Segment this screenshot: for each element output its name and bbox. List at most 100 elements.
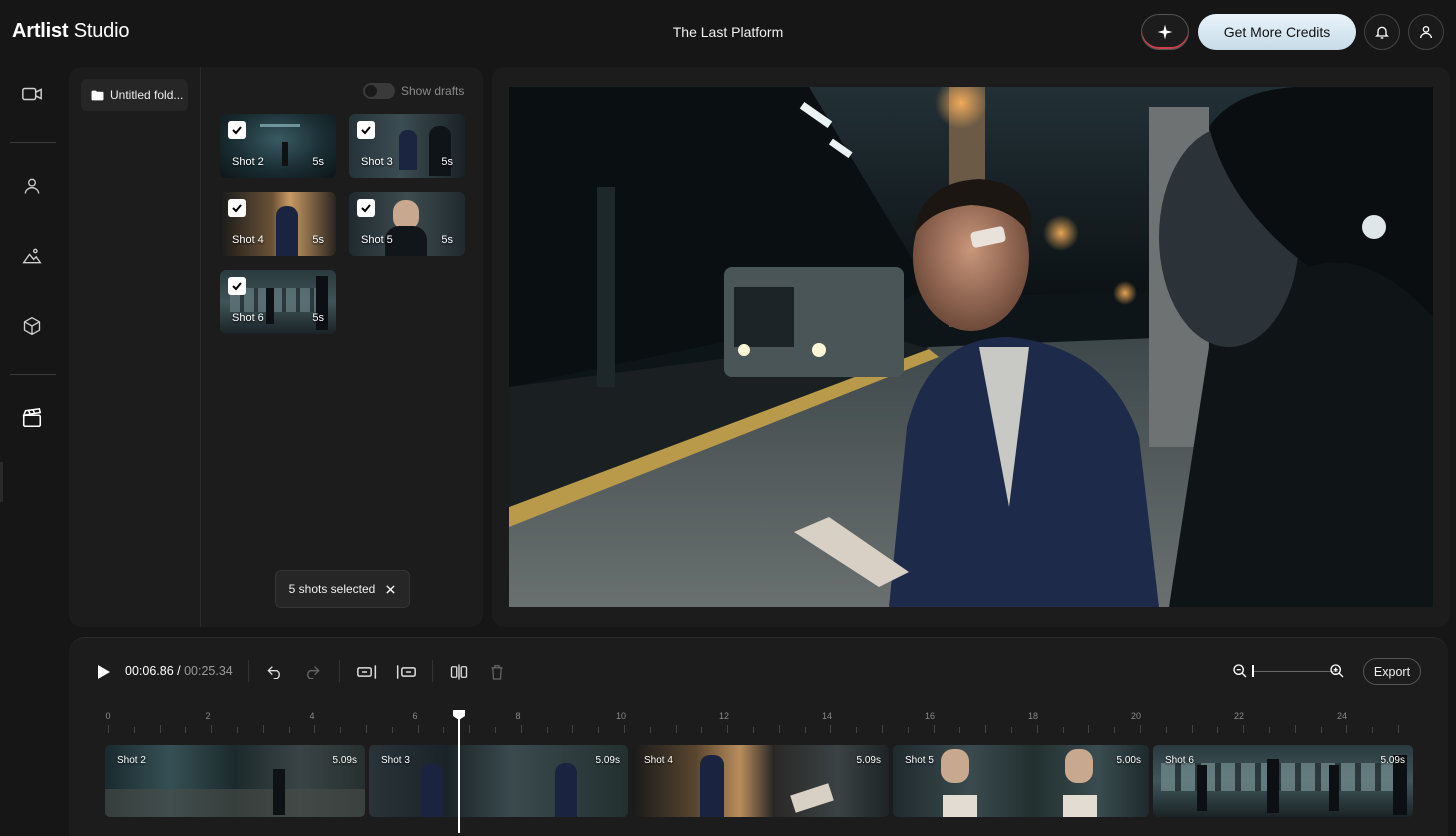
timeline-clip[interactable]: Shot 5 5.00s [893, 745, 1149, 817]
ruler-tick [959, 727, 961, 733]
shot-thumbnail[interactable]: Shot 5 5s [349, 192, 465, 256]
timeline-clip[interactable]: Shot 2 5.09s [105, 745, 365, 817]
account-button[interactable] [1408, 14, 1444, 50]
ruler-tick [727, 725, 729, 733]
zoom-in-button[interactable] [1324, 658, 1350, 684]
brand-name: Artlist [12, 20, 69, 42]
video-camera-icon [22, 87, 42, 101]
ruler-tick [804, 727, 806, 733]
ruler-tick [314, 725, 316, 733]
play-button[interactable] [91, 659, 117, 685]
ruler-tick [288, 727, 290, 733]
ruler-label: 24 [1336, 711, 1348, 721]
clip-duration: 5.09s [595, 755, 620, 766]
ruler-label: 4 [309, 711, 315, 721]
ruler-label: 18 [1027, 711, 1039, 721]
trim-end-icon [357, 665, 377, 679]
preview-image[interactable] [509, 87, 1433, 607]
shot-checkbox[interactable] [228, 277, 246, 295]
checkmark-icon [232, 204, 242, 213]
time-ruler[interactable]: 0 2 4 6 8 10 12 14 16 18 20 22 24 [69, 708, 1448, 738]
folder-item[interactable]: Untitled fold... [81, 79, 188, 111]
rail-divider [10, 142, 56, 143]
ruler-tick [417, 725, 419, 733]
ruler-tick [778, 725, 780, 733]
landscape-icon [22, 248, 42, 264]
ruler-tick [1062, 727, 1064, 733]
shot-label: Shot 4 [232, 234, 264, 246]
redo-button[interactable] [299, 659, 325, 685]
show-drafts-toggle[interactable] [363, 83, 395, 99]
clip-duration: 5.09s [1380, 755, 1405, 766]
shot-checkbox[interactable] [357, 199, 375, 217]
preview-scene [509, 87, 1433, 607]
bell-icon [1375, 26, 1389, 39]
clip-label: Shot 5 [905, 755, 934, 766]
show-drafts-control[interactable]: Show drafts [363, 83, 464, 99]
app-header: Artlist Studio The Last Platform Get Mor… [0, 0, 1456, 64]
timeline-clip[interactable]: Shot 3 5.09s [369, 745, 628, 817]
rail-locations-button[interactable] [14, 238, 50, 274]
show-drafts-label: Show drafts [401, 84, 465, 98]
ruler-tick [830, 725, 832, 733]
brand-suffix: Studio [73, 20, 130, 42]
close-icon[interactable] [385, 584, 396, 595]
shot-thumbnail[interactable]: Shot 4 5s [220, 192, 336, 256]
rail-storyboard-button[interactable] [14, 400, 50, 436]
shot-thumbnail[interactable]: Shot 2 5s [220, 114, 336, 178]
sparkle-icon [1157, 24, 1173, 40]
undo-icon [267, 666, 280, 679]
ruler-tick [108, 725, 109, 733]
time-readout: 00:06.86 / 00:25.34 [125, 664, 233, 678]
user-icon [1420, 26, 1432, 39]
trim-end-button[interactable] [354, 659, 380, 685]
ruler-label: 22 [1233, 711, 1245, 721]
ruler-tick [1243, 725, 1245, 733]
ruler-tick [340, 727, 342, 733]
rail-characters-button[interactable] [14, 168, 50, 204]
ruler-tick [1269, 727, 1270, 733]
delete-button[interactable] [484, 659, 510, 685]
undo-button[interactable] [262, 659, 288, 685]
left-rail [0, 64, 64, 836]
checkmark-icon [232, 282, 242, 291]
trim-start-button[interactable] [393, 659, 419, 685]
rail-objects-button[interactable] [14, 308, 50, 344]
ruler-tick [1011, 727, 1012, 733]
ruler-tick [985, 725, 987, 733]
clip-label: Shot 2 [117, 755, 146, 766]
notifications-button[interactable] [1364, 14, 1400, 50]
shot-checkbox[interactable] [357, 121, 375, 139]
rail-video-button[interactable] [14, 76, 50, 112]
export-button[interactable]: Export [1363, 658, 1421, 685]
timeline-clip[interactable]: Shot 4 5.09s [632, 745, 889, 817]
timeline-clip[interactable]: Shot 6 5.09s [1153, 745, 1413, 817]
zoom-in-icon [1330, 664, 1344, 678]
ruler-tick [1346, 725, 1348, 733]
clip-duration: 5.09s [332, 755, 357, 766]
playhead[interactable] [458, 710, 460, 833]
time-separator: / [173, 664, 185, 678]
shot-thumbnail[interactable]: Shot 6 5s [220, 270, 336, 334]
zoom-slider-handle[interactable] [1252, 665, 1254, 677]
split-button[interactable] [446, 659, 472, 685]
shot-checkbox[interactable] [228, 121, 246, 139]
ruler-tick [572, 725, 574, 733]
ruler-label: 8 [515, 711, 521, 721]
ruler-tick [907, 727, 909, 733]
trim-start-icon [396, 665, 416, 679]
ai-sparkle-button[interactable] [1141, 14, 1189, 50]
ruler-tick [1140, 725, 1141, 733]
get-more-credits-button[interactable]: Get More Credits [1198, 14, 1356, 50]
ruler-tick [520, 725, 522, 733]
folder-icon [91, 90, 104, 100]
brand-logo[interactable]: Artlist Studio [12, 20, 129, 43]
ruler-tick [1320, 727, 1322, 733]
ruler-label: 14 [821, 711, 833, 721]
ruler-tick [1191, 725, 1193, 733]
selection-count-text: 5 shots selected [288, 582, 376, 596]
zoom-out-button[interactable] [1227, 658, 1253, 684]
shot-label: Shot 2 [232, 156, 264, 168]
shot-thumbnail[interactable]: Shot 3 5s [349, 114, 465, 178]
shot-checkbox[interactable] [228, 199, 246, 217]
